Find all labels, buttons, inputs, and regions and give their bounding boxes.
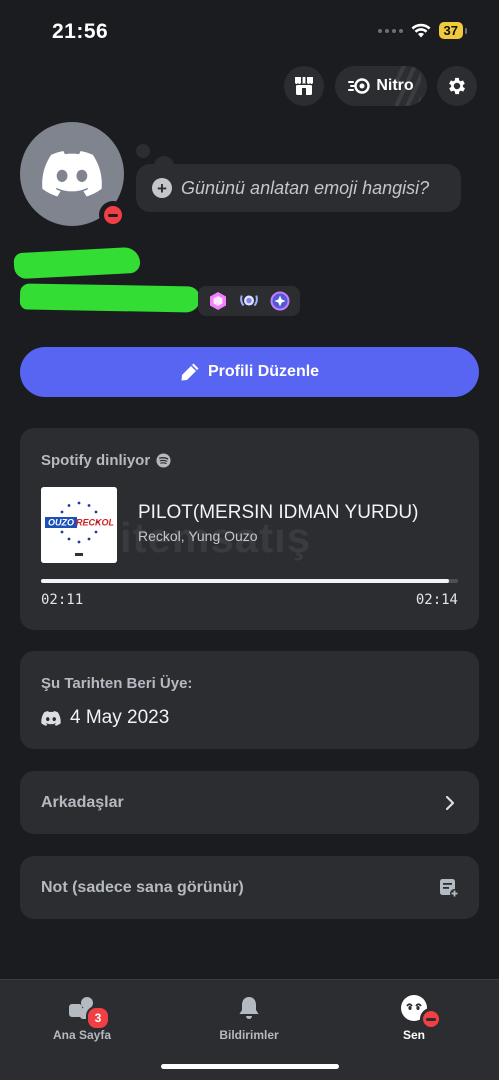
edit-profile-label: Profili Düzenle — [207, 363, 320, 380]
wifi-icon — [411, 23, 431, 38]
song-artist[interactable]: Reckol, Yung Ouzo — [138, 528, 258, 544]
album-art[interactable]: OUZO RECKOL — [41, 487, 117, 563]
tab-home-label: Ana Sayfa — [52, 1028, 112, 1042]
nitro-label: Nitro — [376, 77, 414, 94]
member-since-card: Şu Tarihten Beri Üye: 4 May 2023 — [20, 651, 479, 749]
hypesquad-badge-icon[interactable] — [208, 291, 228, 311]
quest-badge-icon[interactable] — [239, 291, 259, 311]
tab-notifications-label: Bildirimler — [219, 1028, 279, 1042]
spotify-activity-card[interactable]: Spotify dinliyor OUZO RECKOL itemsatış P… — [20, 428, 479, 630]
battery-indicator: 37 — [438, 22, 468, 39]
discord-icon — [41, 710, 61, 726]
you-avatar-icon — [400, 994, 442, 1030]
nitro-icon — [348, 78, 371, 94]
nitro-button[interactable]: Nitro — [335, 66, 427, 106]
song-title[interactable]: PILOT(MERSIN IDMAN YURDU) — [138, 502, 418, 524]
settings-button[interactable] — [437, 66, 477, 106]
add-note-icon — [440, 878, 459, 898]
signal-icon — [377, 28, 403, 33]
bell-icon — [237, 994, 261, 1022]
nitro-badge-icon[interactable] — [270, 291, 290, 311]
member-since-title: Şu Tarihten Beri Üye: — [41, 675, 193, 692]
pencil-icon — [181, 363, 199, 381]
unread-count-badge: 3 — [86, 1006, 110, 1030]
tab-home[interactable]: 3 Ana Sayfa — [22, 994, 142, 1042]
progress-bar — [41, 579, 458, 583]
album-logo-left: OUZO — [48, 518, 74, 528]
home-indicator[interactable] — [161, 1064, 339, 1069]
shop-icon — [295, 77, 313, 95]
album-art-image: OUZO RECKOL — [41, 487, 117, 563]
spotify-icon — [156, 453, 171, 468]
progress-fill — [41, 579, 449, 583]
member-since-date: 4 May 2023 — [70, 707, 170, 728]
note-row[interactable]: Not (sadece sana görünür) — [20, 856, 479, 919]
spotify-header: Spotify dinliyor — [41, 452, 151, 469]
home-icon: 3 — [67, 994, 110, 1030]
tab-you-label: Sen — [402, 1028, 425, 1042]
redacted-display-name — [13, 246, 141, 280]
friends-label: Arkadaşlar — [41, 793, 124, 811]
shop-button[interactable] — [284, 66, 324, 106]
elapsed-time: 02:11 — [41, 592, 84, 608]
status-indicators: 37 — [377, 22, 468, 39]
add-emoji-icon: + — [152, 178, 172, 198]
duration-time: 02:14 — [415, 592, 458, 608]
thought-bubble-dot — [136, 144, 150, 158]
emoji-status-input[interactable]: + Gününü anlatan emoji hangisi? — [136, 164, 461, 212]
chevron-right-icon — [445, 795, 455, 810]
note-label: Not (sadece sana görünür) — [41, 878, 244, 896]
gear-icon — [449, 77, 465, 95]
edit-profile-button[interactable]: Profili Düzenle — [20, 347, 479, 397]
dnd-status-icon — [99, 201, 127, 229]
discord-logo-icon — [42, 151, 102, 197]
badge-list[interactable] — [198, 286, 300, 316]
dnd-status-icon — [420, 1008, 442, 1030]
album-logo-right: RECKOL — [76, 518, 114, 528]
redacted-username — [19, 283, 201, 313]
friends-row[interactable]: Arkadaşlar — [20, 771, 479, 834]
tab-notifications[interactable]: Bildirimler — [189, 994, 309, 1042]
tab-you[interactable]: Sen — [354, 994, 474, 1042]
status-time: 21:56 — [52, 20, 109, 43]
emoji-status-placeholder: Gününü anlatan emoji hangisi? — [181, 177, 430, 198]
